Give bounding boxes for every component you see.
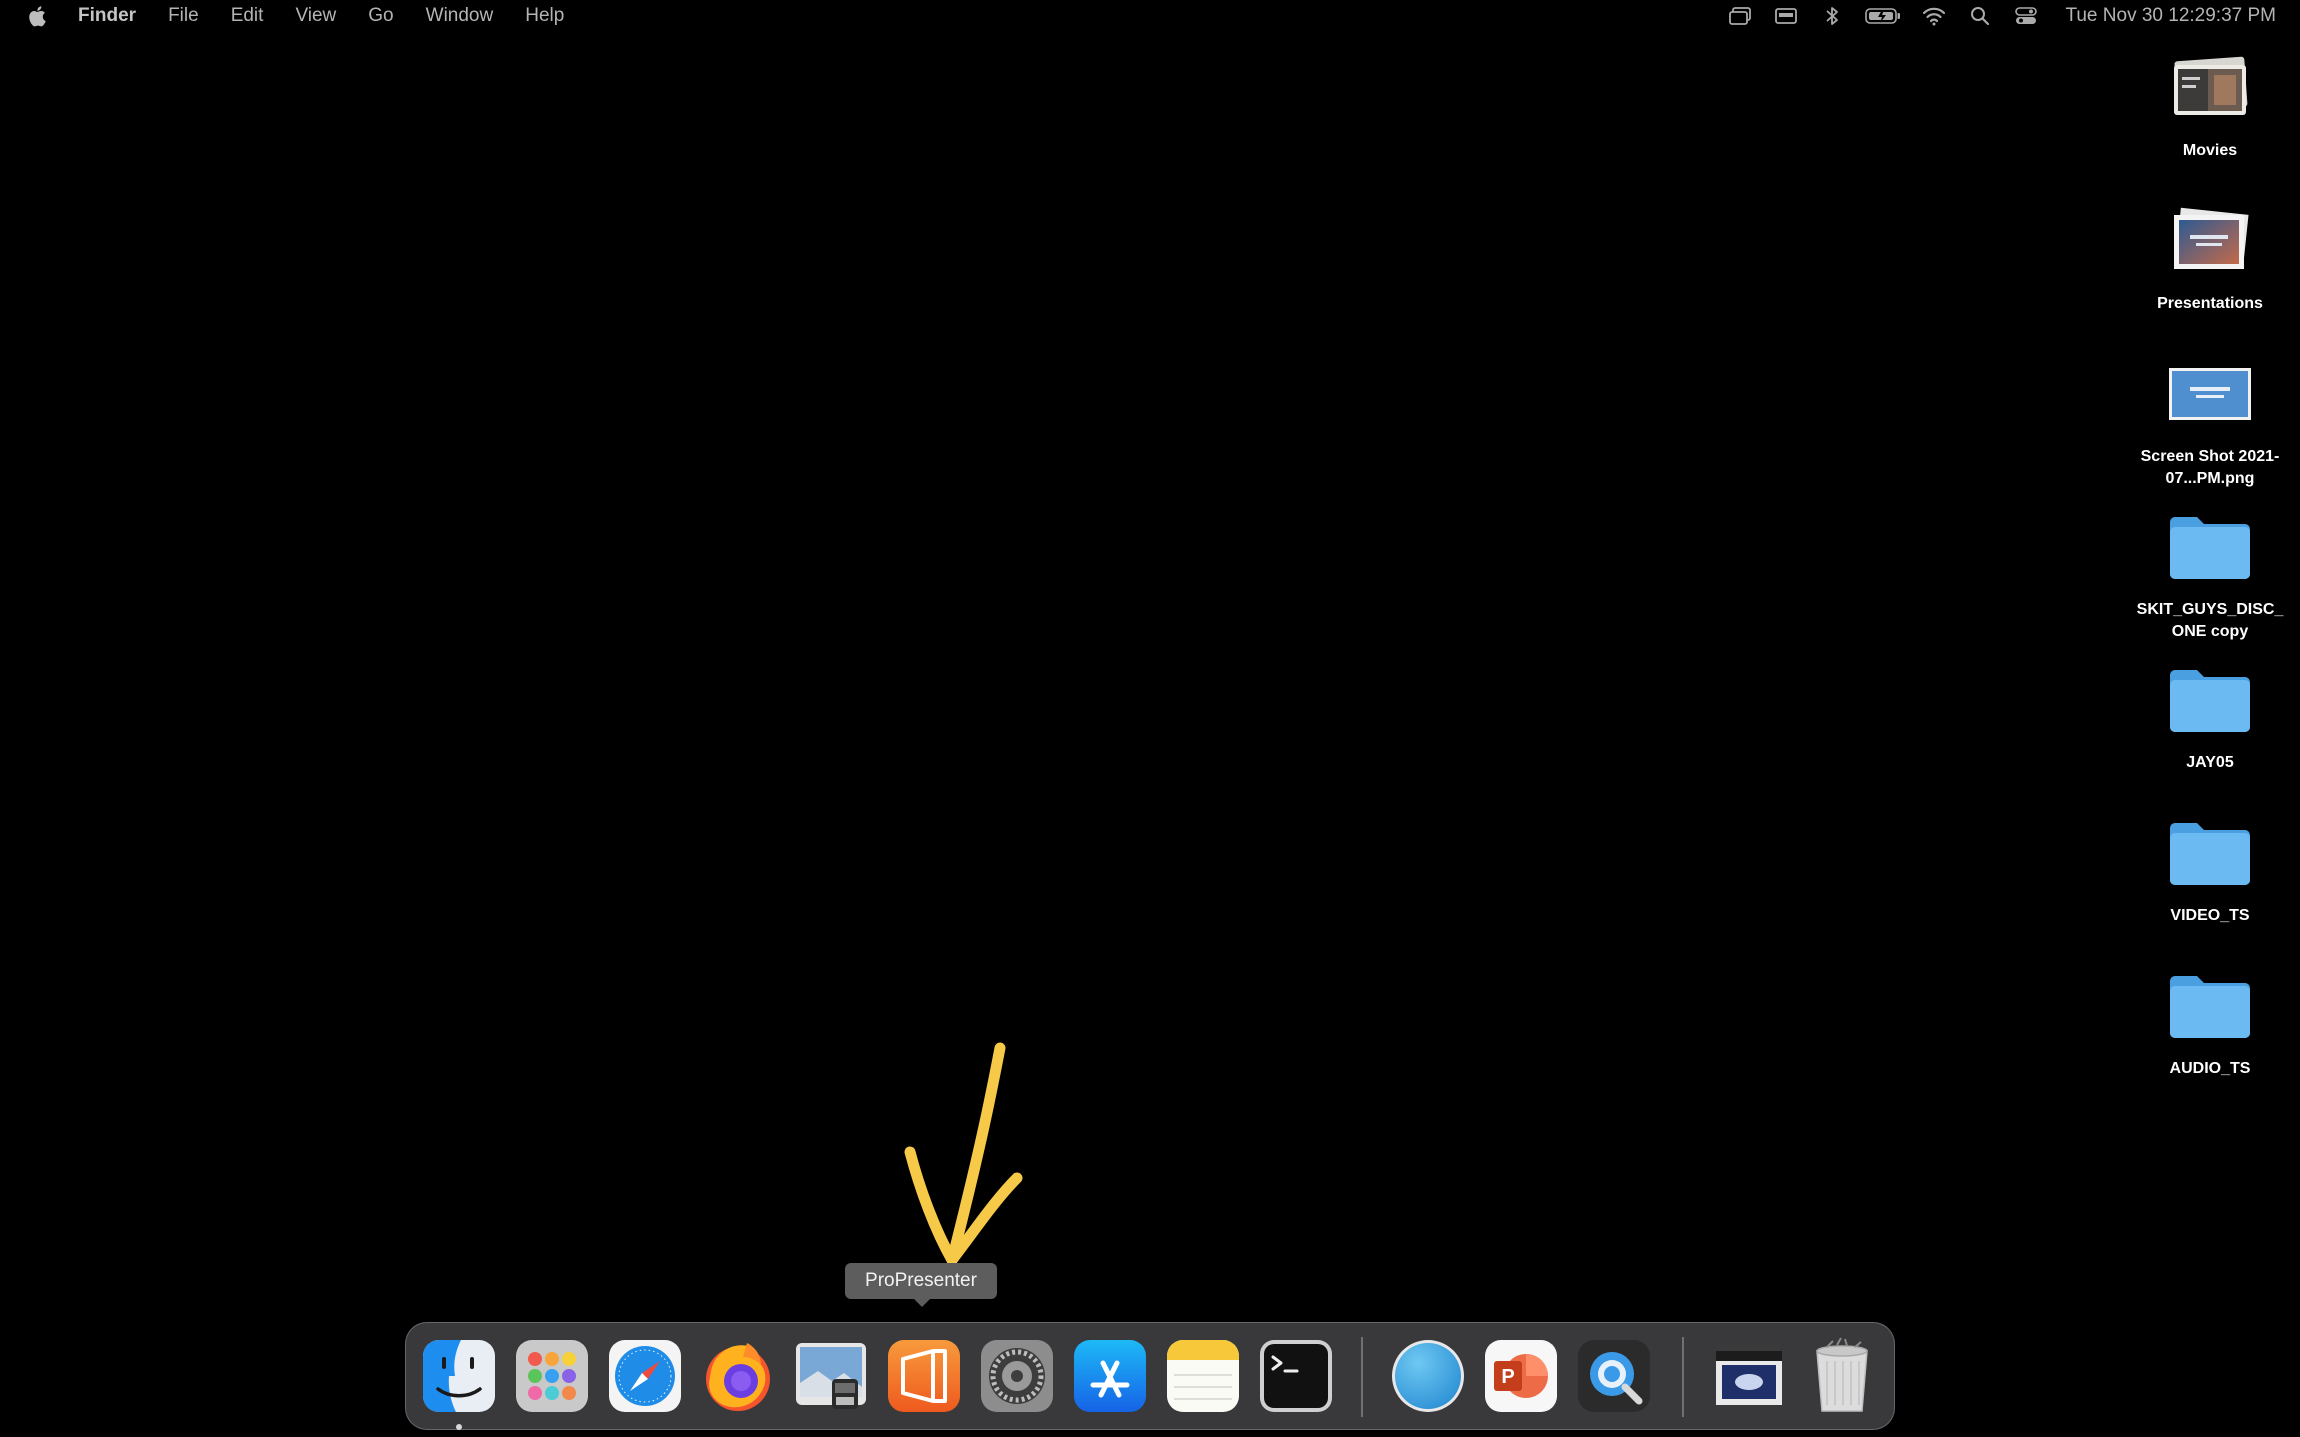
control-center-icon[interactable] xyxy=(2013,4,2039,28)
menu-file[interactable]: File xyxy=(168,5,199,27)
spotlight-search-icon[interactable] xyxy=(1967,4,1993,28)
menu-go[interactable]: Go xyxy=(368,5,393,27)
dock-quicktime-icon[interactable] xyxy=(1575,1337,1653,1415)
desktop-icon-skit-guys-disc[interactable]: SKIT_GUYS_DISC_ ONE copy xyxy=(2125,499,2295,643)
folder-icon xyxy=(2162,652,2258,748)
desktop-icon-presentations[interactable]: Presentations xyxy=(2125,193,2295,315)
dock-launchpad-icon[interactable] xyxy=(513,1337,591,1415)
dock-powerpoint-icon[interactable]: P xyxy=(1482,1337,1560,1415)
dock-tooltip: ProPresenter xyxy=(845,1263,997,1299)
display-icon[interactable] xyxy=(1773,4,1799,28)
desktop-icon-label: AUDIO_TS xyxy=(2169,1060,2251,1077)
apple-menu-icon[interactable] xyxy=(27,4,49,28)
dock-safari-icon[interactable] xyxy=(606,1337,684,1415)
menu-edit[interactable]: Edit xyxy=(231,5,264,27)
desktop-icon-audio-ts[interactable]: AUDIO_TS xyxy=(2125,958,2295,1080)
dock-firefox-icon[interactable] xyxy=(699,1337,777,1415)
menu-finder[interactable]: Finder xyxy=(78,5,136,27)
desktop-icon-label: JAY05 xyxy=(2186,754,2234,771)
battery-icon[interactable] xyxy=(1865,4,1901,28)
menu-help[interactable]: Help xyxy=(525,5,564,27)
folder-icon xyxy=(2162,805,2258,901)
desktop-icon-jay05[interactable]: JAY05 xyxy=(2125,652,2295,774)
dock-trash-icon[interactable] xyxy=(1803,1337,1881,1415)
menu-view[interactable]: View xyxy=(295,5,336,27)
screen-mirroring-icon[interactable] xyxy=(1727,4,1753,28)
dock-separator xyxy=(1361,1337,1363,1417)
image-file-icon xyxy=(2162,346,2258,442)
dock-screenshot-stack-icon[interactable] xyxy=(1710,1337,1788,1415)
status-area: Tue Nov 30 12:29:37 PM xyxy=(1707,0,2276,32)
running-indicator xyxy=(456,1424,462,1430)
desktop-icon-label: Screen Shot 2021-07...PM.png xyxy=(2140,448,2280,487)
dock-preview-icon[interactable] xyxy=(792,1337,870,1415)
menu-window[interactable]: Window xyxy=(426,5,494,27)
desktop-icon-label: VIDEO_TS xyxy=(2170,907,2250,924)
bluetooth-icon[interactable] xyxy=(1819,4,1845,28)
svg-text:P: P xyxy=(1501,1366,1514,1388)
desktop-icon-screenshot[interactable]: Screen Shot 2021-07...PM.png xyxy=(2125,346,2295,490)
dock-blue-circle-app-icon[interactable] xyxy=(1389,1337,1467,1415)
wifi-icon[interactable] xyxy=(1921,4,1947,28)
dock-system-preferences-icon[interactable] xyxy=(978,1337,1056,1415)
menubar-clock[interactable]: Tue Nov 30 12:29:37 PM xyxy=(2065,5,2276,27)
dock-separator xyxy=(1682,1337,1684,1417)
dock-propresenter-icon[interactable] xyxy=(885,1337,963,1415)
presentations-thumbnail-icon xyxy=(2162,193,2258,289)
dock-finder-icon[interactable] xyxy=(420,1337,498,1415)
desktop-icon-label: Movies xyxy=(2182,142,2238,159)
dock-notes-icon[interactable] xyxy=(1164,1337,1242,1415)
desktop-icon-movies[interactable]: Movies xyxy=(2125,40,2295,162)
dock: P xyxy=(405,1322,1895,1430)
folder-icon xyxy=(2162,958,2258,1054)
desktop-icon-video-ts[interactable]: VIDEO_TS xyxy=(2125,805,2295,927)
desktop-icon-label: SKIT_GUYS_DISC_ ONE copy xyxy=(2136,601,2284,640)
dock-terminal-icon[interactable] xyxy=(1257,1337,1335,1415)
menu-bar: Finder File Edit View Go Window Help Tue… xyxy=(0,0,2300,32)
folder-icon xyxy=(2162,499,2258,595)
dock-app-store-icon[interactable] xyxy=(1071,1337,1149,1415)
desktop-icon-label: Presentations xyxy=(2157,295,2263,312)
arrow-annotation-icon xyxy=(904,1042,1023,1266)
tooltip-pointer xyxy=(913,1298,931,1307)
movies-thumbnail-icon xyxy=(2162,40,2258,136)
